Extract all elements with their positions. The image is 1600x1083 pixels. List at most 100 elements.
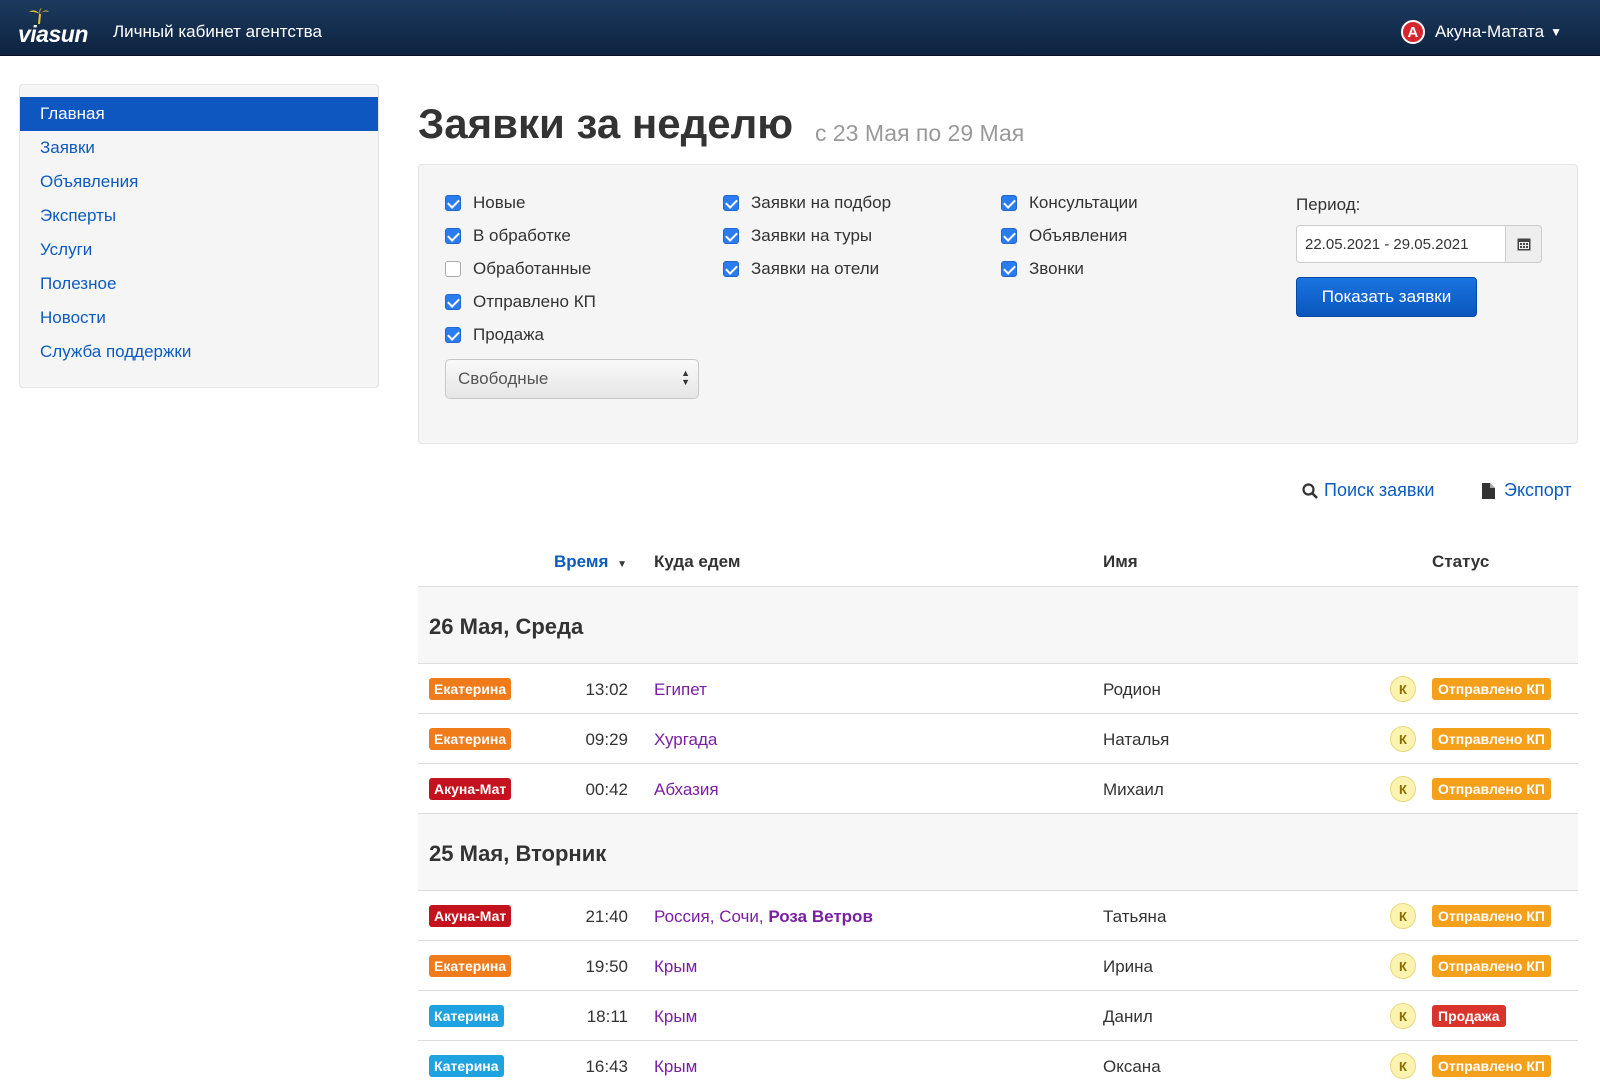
status-badge: Отправлено КП: [1432, 1055, 1551, 1077]
table-row[interactable]: Екатерина 19:50 Крым Ирина К Отправлено КП: [418, 941, 1578, 990]
filter-processed[interactable]: Обработанные: [445, 259, 591, 279]
sidebar-item-ads[interactable]: Объявления: [20, 165, 378, 199]
k-icon: К: [1390, 903, 1416, 929]
table-row[interactable]: Катерина 16:43 Крым Оксана К Отправлено КП: [418, 1041, 1578, 1083]
requests-table: 26 Мая, Среда Екатерина 13:02 Египет Родион…: [418, 586, 1578, 1083]
client-name: Михаил: [1103, 780, 1164, 799]
sidebar-item-useful[interactable]: Полезное: [20, 267, 378, 301]
column-dest-header: Куда едем: [654, 552, 741, 571]
caret-down-icon: ▼: [1550, 25, 1562, 39]
viasun-logo[interactable]: viasun: [18, 8, 98, 47]
search-request-link[interactable]: Поиск заявки: [1302, 480, 1434, 501]
table-row[interactable]: Екатерина 09:29 Хургада Наталья К Отправлено …: [418, 714, 1578, 763]
destination-link[interactable]: Россия, Сочи, Роза Ветров: [654, 907, 873, 927]
agent-badge: Катерина: [429, 1055, 504, 1077]
file-icon: [1482, 482, 1495, 499]
filter-panel: Новые В обработке Обработанные Отправлен…: [418, 164, 1578, 444]
checkbox[interactable]: [723, 195, 739, 211]
request-time: 16:43: [585, 1057, 628, 1076]
request-time: 13:02: [585, 680, 628, 699]
agent-badge: Екатерина: [429, 955, 512, 977]
sidebar-item-requests[interactable]: Заявки: [20, 131, 378, 165]
user-menu[interactable]: A Акуна-Матата ▼: [1400, 20, 1562, 44]
select-arrows-icon: ▲ ▼: [681, 368, 690, 387]
status-badge: Продажа: [1432, 1005, 1506, 1027]
agent-badge: Екатерина: [429, 678, 512, 700]
request-time: 18:11: [586, 1007, 628, 1026]
checkbox[interactable]: [445, 261, 461, 277]
checkbox[interactable]: [1001, 195, 1017, 211]
filter-selection-requests[interactable]: Заявки на подбор: [723, 193, 891, 213]
assignment-select[interactable]: Свободные ▲ ▼: [445, 359, 699, 399]
logo-text: viasun: [18, 21, 88, 47]
filter-in-progress[interactable]: В обработке: [445, 226, 571, 246]
agent-badge: Акуна-Мат: [429, 905, 512, 927]
brand-title: Личный кабинет агентства: [113, 22, 322, 41]
filter-consultations[interactable]: Консультации: [1001, 193, 1138, 213]
sidebar: Главная Заявки Объявления Эксперты Услуг…: [19, 84, 379, 388]
calendar-icon: [1517, 238, 1530, 251]
top-navbar: viasun Личный кабинет агентства A Акуна-…: [0, 0, 1600, 56]
column-time-header[interactable]: Время ▼: [554, 552, 627, 572]
checkbox[interactable]: [445, 195, 461, 211]
export-link[interactable]: Экспорт: [1482, 480, 1572, 501]
filter-ads[interactable]: Объявления: [1001, 226, 1127, 246]
destination-link[interactable]: Хургада: [654, 730, 717, 750]
sidebar-item-main[interactable]: Главная: [20, 97, 378, 131]
date-group-header: 25 Мая, Вторник: [418, 814, 1578, 890]
client-name: Татьяна: [1103, 907, 1167, 926]
client-name: Оксана: [1103, 1057, 1161, 1076]
status-badge: Отправлено КП: [1432, 728, 1551, 750]
user-avatar: A: [1400, 20, 1425, 44]
agent-badge: Акуна-Мат: [429, 778, 512, 800]
checkbox[interactable]: [1001, 261, 1017, 277]
filter-sale[interactable]: Продажа: [445, 325, 544, 345]
sidebar-item-support[interactable]: Служба поддержки: [20, 335, 378, 369]
filter-kp-sent[interactable]: Отправлено КП: [445, 292, 596, 312]
filter-calls[interactable]: Звонки: [1001, 259, 1084, 279]
destination-link[interactable]: Крым: [654, 1057, 697, 1077]
destination-link[interactable]: Абхазия: [654, 780, 719, 800]
destination-link[interactable]: Крым: [654, 1007, 697, 1027]
checkbox[interactable]: [445, 228, 461, 244]
request-time: 00:42: [585, 780, 628, 799]
calendar-button[interactable]: [1505, 225, 1542, 263]
page-subtitle: с 23 Мая по 29 Мая: [815, 120, 1025, 146]
client-name: Ирина: [1103, 957, 1154, 976]
sidebar-item-experts[interactable]: Эксперты: [20, 199, 378, 233]
checkbox[interactable]: [445, 294, 461, 310]
table-row[interactable]: Катерина 18:11 Крым Данил К Продажа: [418, 991, 1578, 1040]
checkbox[interactable]: [1001, 228, 1017, 244]
checkbox[interactable]: [723, 228, 739, 244]
status-badge: Отправлено КП: [1432, 905, 1551, 927]
k-icon: К: [1390, 776, 1416, 802]
table-row[interactable]: Акуна-Мат 21:40 Россия, Сочи, Роза Ветров Т…: [418, 891, 1578, 940]
period-input[interactable]: 22.05.2021 - 29.05.2021: [1296, 225, 1506, 263]
destination-link[interactable]: Египет: [654, 680, 707, 700]
filter-tour-requests[interactable]: Заявки на туры: [723, 226, 872, 246]
filter-new[interactable]: Новые: [445, 193, 525, 213]
destination-link[interactable]: Крым: [654, 957, 697, 977]
sidebar-item-services[interactable]: Услуги: [20, 233, 378, 267]
agent-badge: Катерина: [429, 1005, 504, 1027]
table-row[interactable]: Екатерина 13:02 Египет Родион К Отправлено КП: [418, 664, 1578, 713]
checkbox[interactable]: [445, 327, 461, 343]
column-status-header: Статус: [1432, 552, 1490, 571]
k-icon: К: [1390, 1003, 1416, 1029]
filter-hotel-requests[interactable]: Заявки на отели: [723, 259, 879, 279]
column-name-header: Имя: [1103, 552, 1138, 571]
show-requests-button[interactable]: Показать заявки: [1296, 277, 1477, 317]
k-icon: К: [1390, 676, 1416, 702]
checkbox[interactable]: [723, 261, 739, 277]
page-title: Заявки за неделю: [418, 100, 794, 147]
status-badge: Отправлено КП: [1432, 955, 1551, 977]
k-icon: К: [1390, 953, 1416, 979]
table-row[interactable]: Акуна-Мат 00:42 Абхазия Михаил К Отправлено К…: [418, 764, 1578, 813]
period-label: Период:: [1296, 195, 1361, 214]
client-name: Данил: [1103, 1007, 1153, 1026]
status-badge: Отправлено КП: [1432, 678, 1551, 700]
sidebar-item-news[interactable]: Новости: [20, 301, 378, 335]
request-time: 19:50: [585, 957, 628, 976]
k-icon: К: [1390, 726, 1416, 752]
client-name: Наталья: [1103, 730, 1170, 749]
